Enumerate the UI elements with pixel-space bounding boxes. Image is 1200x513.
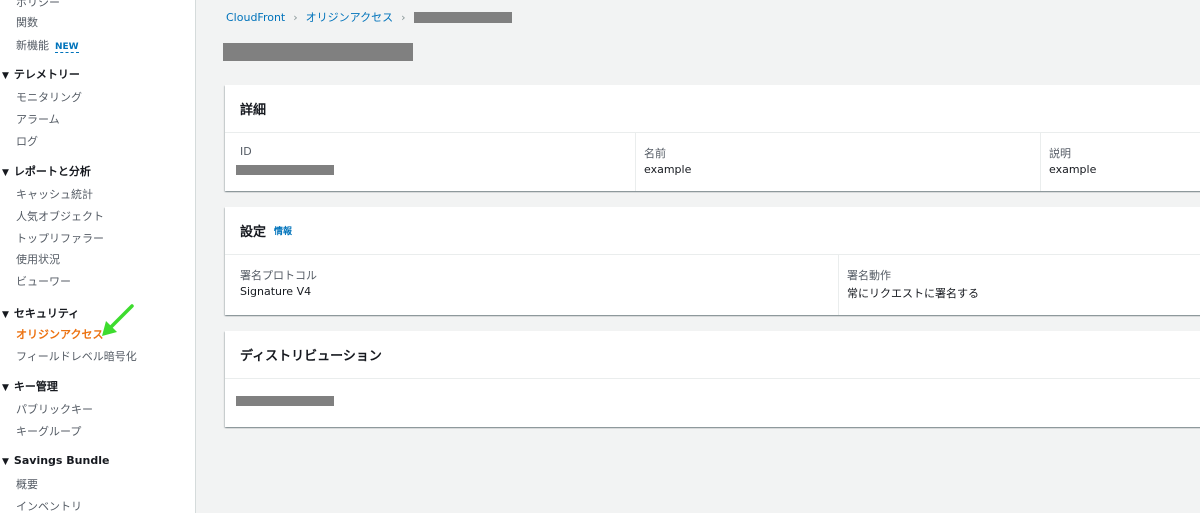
sidebar-section-reports[interactable]: ▼ レポートと分析 bbox=[2, 163, 91, 179]
sidebar-item-label: 新機能 bbox=[16, 39, 49, 52]
breadcrumb: CloudFront › オリジンアクセス › bbox=[226, 9, 512, 25]
field-value: Signature V4 bbox=[240, 285, 312, 298]
sidebar-item-origin-access[interactable]: オリジンアクセス bbox=[16, 326, 103, 342]
sidebar-item-usage[interactable]: 使用状況 bbox=[16, 251, 60, 267]
sidebar-item-logs[interactable]: ログ bbox=[16, 133, 38, 149]
sidebar-item-policies[interactable]: ポリシー bbox=[16, 0, 60, 10]
section-title: レポートと分析 bbox=[13, 165, 91, 178]
redacted-breadcrumb-current bbox=[413, 11, 512, 23]
card-title: 詳細 bbox=[225, 85, 1200, 133]
caret-down-icon: ▼ bbox=[2, 383, 9, 393]
distribution-card-body bbox=[225, 379, 1200, 427]
details-card: 詳細 ID 名前 example 説明 example bbox=[225, 85, 1200, 191]
sidebar-item-top-referrers[interactable]: トップリファラー bbox=[16, 230, 104, 246]
field-name: 名前 example bbox=[635, 133, 1040, 191]
caret-down-icon: ▼ bbox=[2, 71, 9, 81]
sidebar-item-field-level-encryption[interactable]: フィールドレベル暗号化 bbox=[16, 348, 137, 364]
section-title: Savings Bundle bbox=[13, 454, 110, 467]
field-label: ID bbox=[240, 145, 252, 158]
sidebar-item-overview[interactable]: 概要 bbox=[16, 476, 38, 492]
new-badge: NEW bbox=[55, 42, 79, 53]
sidebar-section-savings-bundle[interactable]: ▼ Savings Bundle bbox=[2, 454, 109, 467]
sidebar-item-monitoring[interactable]: モニタリング bbox=[16, 89, 82, 105]
settings-card: 設定 情報 署名プロトコル Signature V4 署名動作 常にリクエストに… bbox=[225, 207, 1200, 315]
redacted-distribution-value bbox=[236, 396, 334, 406]
sidebar-item-popular-objects[interactable]: 人気オブジェクト bbox=[16, 208, 104, 224]
info-link[interactable]: 情報 bbox=[274, 224, 292, 237]
sidebar-nav: ポリシー 関数 新機能 NEW ▼ テレメトリー モニタリング アラーム ログ ▼ レ… bbox=[0, 0, 196, 513]
chevron-right-icon: › bbox=[401, 10, 406, 24]
field-value: 常にリクエストに署名する bbox=[847, 287, 979, 300]
section-title: テレメトリー bbox=[13, 68, 80, 81]
redacted-id-value bbox=[236, 165, 334, 175]
card-title: ディストリビューション bbox=[225, 331, 1200, 379]
section-title: キー管理 bbox=[13, 380, 58, 393]
caret-down-icon: ▼ bbox=[2, 168, 9, 178]
caret-down-icon: ▼ bbox=[2, 310, 9, 320]
caret-down-icon: ▼ bbox=[2, 457, 9, 467]
sidebar-item-whats-new[interactable]: 新機能 NEW bbox=[16, 37, 79, 53]
main-content: CloudFront › オリジンアクセス › 詳細 ID 名前 example… bbox=[197, 0, 1200, 513]
green-arrow-icon bbox=[102, 304, 134, 336]
card-title: 設定 bbox=[240, 225, 267, 240]
field-signing-protocol: 署名プロトコル Signature V4 bbox=[225, 255, 838, 315]
field-value: example bbox=[644, 163, 692, 176]
sidebar-item-functions[interactable]: 関数 bbox=[16, 14, 38, 30]
field-value: example bbox=[1049, 163, 1097, 176]
sidebar-item-key-groups[interactable]: キーグループ bbox=[16, 423, 81, 439]
field-label: 署名動作 bbox=[847, 269, 891, 282]
sidebar-item-viewers[interactable]: ビューワー bbox=[16, 273, 71, 289]
field-id: ID bbox=[225, 133, 635, 191]
field-description: 説明 example bbox=[1040, 133, 1200, 191]
sidebar-section-security[interactable]: ▼ セキュリティ bbox=[2, 305, 79, 321]
distribution-card: ディストリビューション bbox=[225, 331, 1200, 427]
field-label: 署名プロトコル bbox=[240, 269, 317, 282]
breadcrumb-cloudfront-link[interactable]: CloudFront bbox=[226, 11, 285, 24]
sidebar-section-telemetry[interactable]: ▼ テレメトリー bbox=[2, 66, 80, 82]
sidebar-item-public-keys[interactable]: パブリックキー bbox=[16, 401, 93, 417]
field-label: 名前 bbox=[644, 147, 666, 160]
sidebar-item-inventory[interactable]: インベントリ bbox=[16, 498, 82, 513]
sidebar-section-key-management[interactable]: ▼ キー管理 bbox=[2, 378, 58, 394]
card-header: 設定 情報 bbox=[225, 207, 1200, 255]
section-title: セキュリティ bbox=[13, 307, 80, 320]
field-label: 説明 bbox=[1049, 147, 1071, 160]
sidebar-item-alarms[interactable]: アラーム bbox=[16, 111, 60, 127]
breadcrumb-origin-access-link[interactable]: オリジンアクセス bbox=[306, 9, 393, 25]
sidebar-item-cache-stats[interactable]: キャッシュ統計 bbox=[16, 186, 93, 202]
redacted-page-title bbox=[223, 43, 413, 61]
field-signing-behavior: 署名動作 常にリクエストに署名する bbox=[838, 255, 1200, 315]
chevron-right-icon: › bbox=[293, 10, 298, 24]
details-card-body: ID 名前 example 説明 example bbox=[225, 133, 1200, 191]
settings-card-body: 署名プロトコル Signature V4 署名動作 常にリクエストに署名する bbox=[225, 255, 1200, 315]
